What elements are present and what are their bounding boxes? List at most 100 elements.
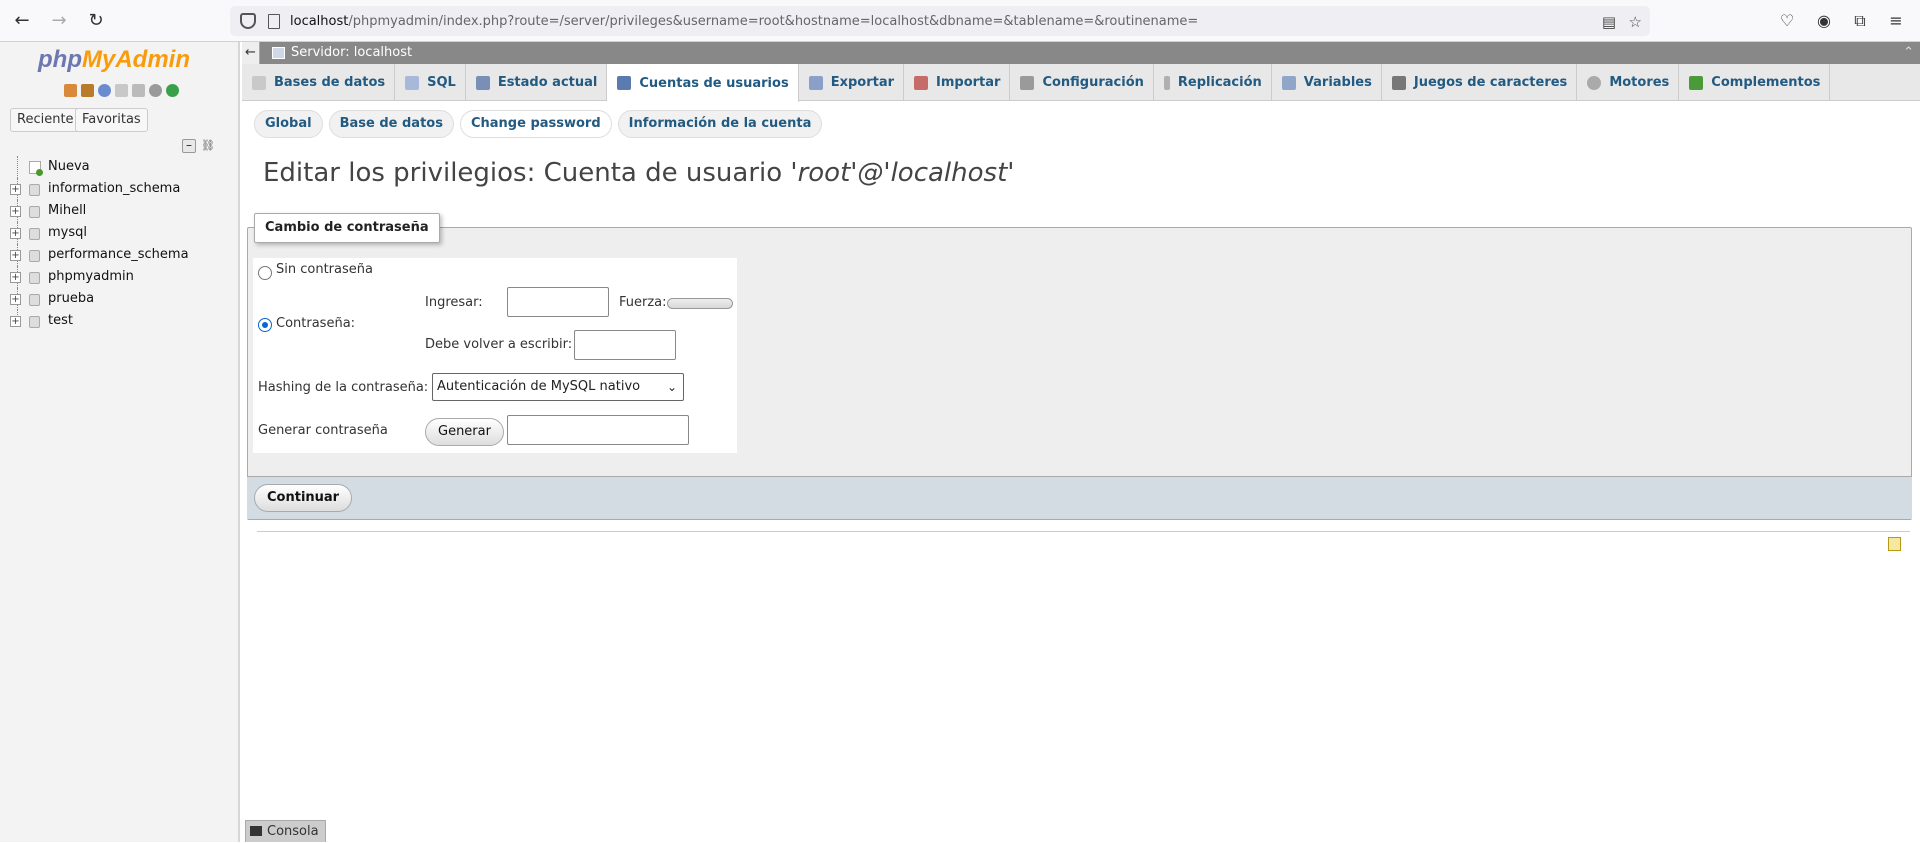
favorites-tab[interactable]: Favoritas	[75, 108, 148, 132]
menu-icon[interactable]: ≡	[1884, 9, 1908, 33]
tree-item-information-schema[interactable]: + information_schema	[0, 178, 238, 200]
collapse-all-icon[interactable]: –	[182, 139, 196, 153]
tab-exportar[interactable]: Exportar	[799, 64, 904, 101]
no-password-label[interactable]: Sin contraseña	[276, 262, 373, 277]
tree-item-label[interactable]: information_schema	[48, 181, 180, 196]
retype-password-input[interactable]	[574, 330, 676, 360]
tab-cuentas-de-usuarios[interactable]: Cuentas de usuarios	[607, 64, 799, 102]
collapse-top-icon[interactable]: ⌃	[1903, 42, 1914, 64]
generate-password-label: Generar contraseña	[258, 423, 388, 438]
tab-variables[interactable]: Variables	[1272, 64, 1382, 101]
expand-plus-icon[interactable]: +	[10, 184, 21, 195]
tree-item-label[interactable]: phpmyadmin	[48, 269, 134, 284]
copy-icon[interactable]	[132, 84, 145, 97]
page-title-prefix: Editar los privilegios: Cuenta de usuari…	[263, 158, 791, 188]
tab-importar[interactable]: Importar	[904, 64, 1011, 101]
expand-plus-icon[interactable]: +	[10, 272, 21, 283]
account-icon[interactable]: ◉	[1812, 9, 1836, 33]
tree-item-label[interactable]: performance_schema	[48, 247, 189, 262]
subtab-informacion-de-la-cuenta[interactable]: Información de la cuenta	[617, 110, 823, 138]
sql-icon	[405, 75, 420, 90]
tree-item-new[interactable]: Nueva	[0, 156, 238, 178]
fieldset-legend: Cambio de contraseña	[254, 213, 440, 243]
page-title: Editar los privilegios: Cuenta de usuari…	[263, 158, 1014, 188]
retype-label: Debe volver a escribir:	[425, 337, 573, 352]
engines-icon	[1587, 75, 1602, 90]
forward-arrow-icon[interactable]: →	[47, 9, 71, 33]
tab-configuracion[interactable]: Configuración	[1010, 64, 1154, 101]
tab-juegos-de-caracteres[interactable]: Juegos de caracteres	[1382, 64, 1578, 101]
generate-button[interactable]: Generar	[425, 418, 504, 446]
password-form: Sin contraseña Ingresar: Fuerza: Contras…	[253, 258, 737, 453]
export-icon	[808, 75, 823, 90]
url-host: localhost	[290, 13, 349, 29]
hashing-selected-value: Autenticación de MySQL nativo	[437, 379, 641, 394]
plugins-icon	[1689, 75, 1704, 90]
expand-plus-icon[interactable]: +	[10, 316, 21, 327]
tab-estado-actual[interactable]: Estado actual	[466, 64, 608, 101]
back-arrow-icon[interactable]: ←	[10, 9, 34, 33]
tab-label: Juegos de caracteres	[1413, 75, 1568, 90]
password-radio[interactable]	[258, 318, 272, 332]
reader-view-icon[interactable]: ▤	[1602, 13, 1616, 31]
subtab-global[interactable]: Global	[254, 110, 323, 138]
docs-icon[interactable]	[115, 84, 128, 97]
help-icon[interactable]	[98, 84, 111, 97]
home-icon[interactable]	[64, 84, 77, 97]
bookmark-star-icon[interactable]: ☆	[1629, 13, 1642, 31]
form-footer: Continuar	[247, 476, 1912, 519]
tab-sql[interactable]: SQL	[395, 64, 466, 101]
tree-item-test[interactable]: + test	[0, 310, 238, 332]
tree-item-label[interactable]: prueba	[48, 291, 94, 306]
tree-item-phpmyadmin[interactable]: + phpmyadmin	[0, 266, 238, 288]
tree-item-performance-schema[interactable]: + performance_schema	[0, 244, 238, 266]
tab-replicacion[interactable]: Replicación	[1154, 64, 1272, 101]
tab-bases-de-datos[interactable]: Bases de datos	[242, 64, 396, 101]
database-icon	[29, 250, 40, 262]
link-with-main-icon[interactable]: ⛓	[201, 139, 217, 153]
no-password-radio[interactable]	[258, 266, 272, 280]
password-input[interactable]	[507, 287, 609, 317]
database-icon	[29, 206, 40, 218]
settings-gear-icon[interactable]	[149, 84, 162, 97]
generated-password-input[interactable]	[507, 415, 689, 445]
password-label[interactable]: Contraseña:	[276, 316, 355, 331]
back-arrow-icon[interactable]: ←	[242, 42, 260, 64]
pocket-icon[interactable]: ♡	[1775, 9, 1799, 33]
expand-plus-icon[interactable]: +	[10, 228, 21, 239]
tree-item-label[interactable]: test	[48, 313, 73, 328]
tree-item-label[interactable]: mysql	[48, 225, 87, 240]
reload-icon[interactable]: ↻	[84, 9, 108, 33]
logout-icon[interactable]	[81, 84, 94, 97]
hashing-select[interactable]: Autenticación de MySQL nativo ⌄	[432, 373, 684, 401]
strength-label: Fuerza:	[619, 295, 667, 310]
tree-item-mihell[interactable]: + Mihell	[0, 200, 238, 222]
expand-plus-icon[interactable]: +	[10, 206, 21, 217]
tab-complementos[interactable]: Complementos	[1679, 64, 1831, 101]
quick-links	[64, 84, 179, 97]
extensions-icon[interactable]: ⧉	[1848, 9, 1872, 33]
tree-item-label[interactable]: Mihell	[48, 203, 86, 218]
tree-item-mysql[interactable]: + mysql	[0, 222, 238, 244]
url-bar[interactable]: localhost/phpmyadmin/index.php?route=/se…	[230, 6, 1650, 36]
subtab-change-password[interactable]: Change password	[459, 110, 612, 138]
database-tree: Nueva + information_schema + Mihell + my…	[0, 156, 238, 332]
expand-plus-icon[interactable]: +	[10, 250, 21, 261]
server-label[interactable]: Servidor: localhost	[291, 42, 412, 64]
continue-button[interactable]: Continuar	[254, 484, 353, 512]
recent-tab[interactable]: Reciente	[10, 108, 81, 132]
notes-icon[interactable]	[1888, 537, 1901, 551]
tab-label: SQL	[427, 75, 456, 90]
subtab-base-de-datos[interactable]: Base de datos	[328, 110, 454, 138]
phpmyadmin-logo[interactable]: phpMyAdmin	[38, 46, 190, 74]
database-icon	[29, 294, 40, 306]
tree-item-label[interactable]: Nueva	[48, 159, 90, 174]
refresh-icon[interactable]	[166, 84, 179, 97]
database-icon	[29, 272, 40, 284]
shield-icon	[240, 13, 256, 29]
tree-item-prueba[interactable]: + prueba	[0, 288, 238, 310]
console-tab[interactable]: Consola	[245, 820, 326, 842]
users-icon	[617, 76, 632, 90]
tab-motores[interactable]: Motores	[1577, 64, 1680, 101]
expand-plus-icon[interactable]: +	[10, 294, 21, 305]
